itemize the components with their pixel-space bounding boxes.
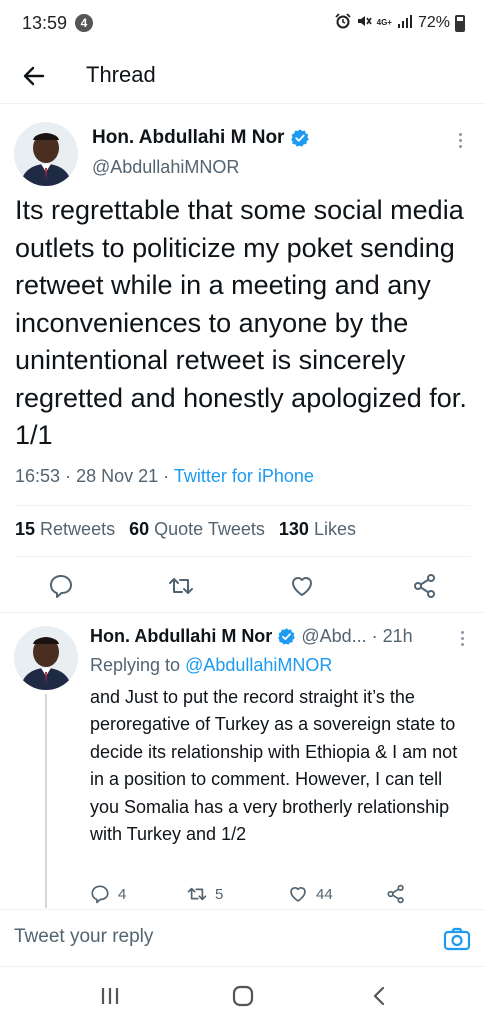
retweet-icon[interactable] bbox=[168, 573, 194, 599]
mute-icon bbox=[356, 13, 372, 34]
verified-badge-icon bbox=[278, 628, 296, 645]
author-name-row[interactable]: Hon. Abdullahi M Nor bbox=[92, 127, 310, 149]
reply-retweets-count: 5 bbox=[215, 885, 224, 903]
share-icon[interactable] bbox=[412, 573, 438, 599]
arrow-left-icon bbox=[23, 66, 45, 86]
comment-icon[interactable] bbox=[48, 573, 74, 599]
profile-photo bbox=[14, 626, 78, 690]
home-icon[interactable] bbox=[229, 984, 257, 1008]
tweet-metadata: 16:53 · 28 Nov 21 · Twitter for iPhone bbox=[15, 466, 314, 486]
replying-to-handle-link[interactable]: @AbdullahiMNOR bbox=[185, 655, 332, 675]
thread-connector-line bbox=[45, 694, 47, 908]
reply-retweet-button[interactable]: 5 bbox=[187, 884, 223, 904]
profile-photo bbox=[14, 122, 78, 186]
status-bar: 13:59 4 4G+ 72% bbox=[0, 0, 485, 48]
reply-share-button[interactable] bbox=[386, 884, 406, 904]
status-time: 13:59 bbox=[22, 13, 68, 33]
reply-action-bar: 4 5 44 bbox=[90, 884, 470, 908]
divider bbox=[15, 505, 470, 506]
tweet-action-bar bbox=[0, 566, 485, 606]
reply-more-options-button[interactable] bbox=[452, 626, 472, 650]
reply-input[interactable]: Tweet your reply bbox=[14, 926, 153, 948]
author-display-name[interactable]: Hon. Abdullahi M Nor bbox=[92, 127, 284, 149]
divider bbox=[15, 556, 470, 557]
battery-icon bbox=[455, 14, 465, 32]
quote-tweets-stat[interactable]: 60 Quote Tweets bbox=[129, 519, 265, 540]
notification-count-badge: 4 bbox=[75, 14, 93, 32]
battery-percent: 72% bbox=[417, 14, 450, 31]
reply-author-handle[interactable]: @Abd... bbox=[301, 626, 366, 647]
recents-icon[interactable] bbox=[96, 984, 124, 1008]
status-icons: 4G+ 72% bbox=[334, 12, 465, 34]
share-icon bbox=[387, 884, 404, 904]
reply-replies-count: 4 bbox=[118, 885, 127, 903]
reply-comment-button[interactable]: 4 bbox=[90, 884, 126, 904]
tweet-text: Its regrettable that some social media o… bbox=[15, 195, 467, 450]
app-header: Thread bbox=[0, 48, 485, 104]
tweet-time: 16:53 bbox=[15, 466, 61, 486]
likes-stat[interactable]: 130 Likes bbox=[279, 519, 356, 540]
heart-icon bbox=[290, 887, 306, 902]
nav-back-icon[interactable] bbox=[366, 984, 394, 1008]
verified-badge-icon bbox=[291, 129, 310, 147]
alarm-icon bbox=[334, 12, 351, 34]
reply-like-button[interactable]: 44 bbox=[288, 884, 333, 904]
back-button[interactable] bbox=[18, 60, 50, 92]
page-title: Thread bbox=[86, 62, 156, 87]
system-nav-bar bbox=[0, 968, 485, 1024]
replying-to: Replying to @AbdullahiMNOR bbox=[90, 655, 333, 675]
comment-icon bbox=[91, 885, 109, 904]
heart-icon[interactable] bbox=[289, 573, 315, 599]
signal-icon bbox=[397, 14, 413, 33]
camera-icon[interactable] bbox=[443, 925, 471, 953]
tweet-source-link[interactable]: Twitter for iPhone bbox=[174, 466, 314, 486]
retweets-stat[interactable]: 15 Retweets bbox=[15, 519, 115, 540]
more-vertical-icon bbox=[460, 630, 464, 634]
reply-author-display-name[interactable]: Hon. Abdullahi M Nor bbox=[90, 626, 272, 647]
divider bbox=[0, 612, 485, 613]
tweet-date: 28 Nov 21 bbox=[76, 466, 159, 486]
more-options-button[interactable] bbox=[450, 128, 470, 152]
more-vertical-icon bbox=[458, 132, 462, 136]
avatar[interactable] bbox=[14, 626, 78, 690]
tweet-stats: 15 Retweets 60 Quote Tweets 130 Likes bbox=[15, 519, 356, 540]
reply-author-row[interactable]: Hon. Abdullahi M Nor @Abd... · 21h bbox=[90, 626, 450, 647]
reply-likes-count: 44 bbox=[316, 885, 333, 903]
retweet-icon bbox=[187, 887, 207, 901]
network-type-label: 4G+ bbox=[376, 18, 392, 27]
reply-composer: Tweet your reply bbox=[0, 909, 485, 967]
reply-tweet-text: and Just to put the record straight it’s… bbox=[90, 687, 458, 845]
reply-time: 21h bbox=[382, 626, 413, 646]
author-handle[interactable]: @AbdullahiMNOR bbox=[92, 157, 239, 178]
avatar[interactable] bbox=[14, 122, 78, 186]
